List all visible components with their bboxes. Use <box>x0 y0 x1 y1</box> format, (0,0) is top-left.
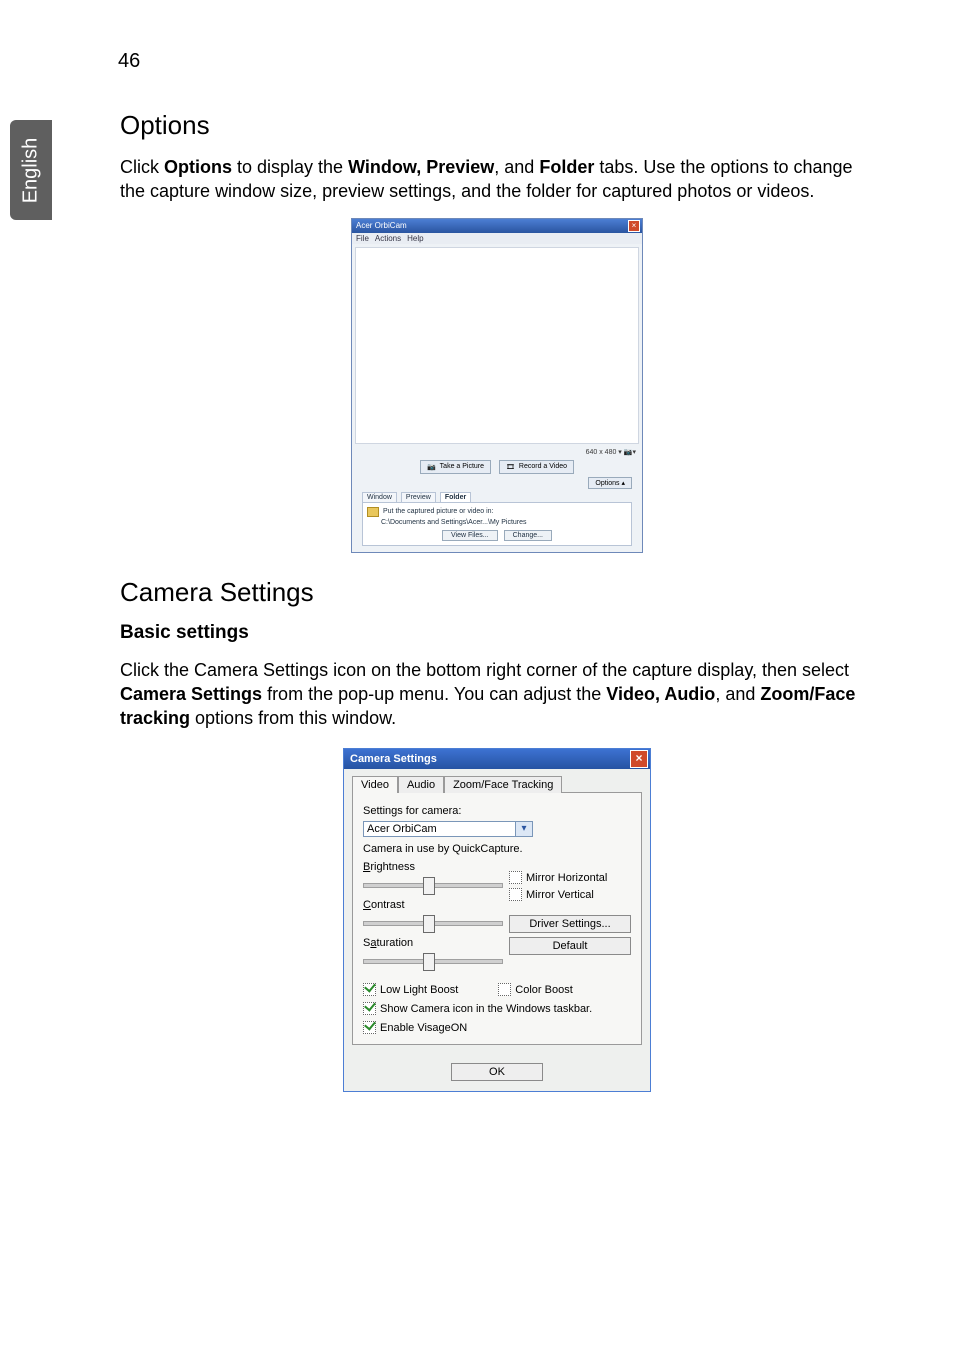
chevron-down-icon[interactable]: ▾ <box>516 821 533 837</box>
menu-file[interactable]: File <box>356 234 369 243</box>
folder-path: C:\Documents and Settings\Acer...\My Pic… <box>381 519 627 526</box>
cs-body: Settings for camera: ▾ Camera in use by … <box>352 792 642 1045</box>
brightness-slider[interactable] <box>363 875 503 893</box>
checkbox-icon <box>509 871 522 884</box>
cs-title: Camera Settings <box>350 753 437 765</box>
language-tab-label: English <box>20 137 43 203</box>
camera-settings-heading: Camera Settings <box>120 577 874 608</box>
language-tab: English <box>10 120 52 220</box>
orbicam-tabs: Window Preview Folder <box>352 492 642 502</box>
camera-icon: 📷 <box>427 463 436 471</box>
saturation-group: SaSaturationturation <box>363 937 503 969</box>
cs-tabs: Video Audio Zoom/Face Tracking <box>344 769 650 792</box>
menu-help[interactable]: Help <box>407 234 423 243</box>
mirror-horizontal-checkbox[interactable]: Mirror Horizontal Mirror Horizontal <box>509 871 631 884</box>
tab-audio[interactable]: Audio <box>398 776 444 793</box>
camera-settings-paragraph: Click the Camera Settings icon on the bo… <box>120 658 874 731</box>
saturation-label: SaSaturationturation <box>363 937 503 949</box>
content-column: Options Click Options to display the Win… <box>120 110 874 1092</box>
camera-in-use-label: Camera in use by QuickCapture. <box>363 843 631 855</box>
text: options from this window. <box>190 708 396 728</box>
bold-text: Window, Preview <box>348 157 494 177</box>
text: to display the <box>232 157 348 177</box>
menu-actions[interactable]: Actions <box>375 234 401 243</box>
contrast-label: CContrastontrast <box>363 899 503 911</box>
right-column: Mirror Horizontal Mirror Horizontal Mirr… <box>509 871 631 969</box>
options-heading: Options <box>120 110 874 141</box>
view-files-button[interactable]: View Files... <box>442 530 498 541</box>
color-boost-checkbox[interactable]: Color Boost Color Boost <box>498 983 573 996</box>
label: Record a Video <box>519 463 567 470</box>
orbicam-statusbar: 640 x 480 ▾ 📷▾ <box>352 447 642 457</box>
brightness-label: BBrightnessrightness <box>363 861 503 873</box>
sliders-and-right-column: BBrightnessrightness CContrastontrast <box>363 861 631 969</box>
camera-settings-window: Camera Settings × Video Audio Zoom/Face … <box>343 748 651 1092</box>
ok-button[interactable]: OK <box>451 1063 543 1081</box>
default-button[interactable]: Default <box>509 937 631 955</box>
text: Click the Camera Settings icon on the bo… <box>120 660 849 680</box>
driver-settings-button[interactable]: Driver Settings... <box>509 915 631 933</box>
bold-text: Video, Audio <box>606 684 715 704</box>
saturation-slider[interactable] <box>363 951 503 969</box>
bold-text: Camera Settings <box>120 684 262 704</box>
cs-titlebar: Camera Settings × <box>344 749 650 769</box>
tab-video[interactable]: Video <box>352 776 398 793</box>
orbicam-window: Acer OrbiCam × File Actions Help 640 x 4… <box>351 218 643 553</box>
orbicam-folder-panel: Put the captured picture or video in: C:… <box>362 502 632 546</box>
folder-panel-buttons: View Files... Change... <box>367 530 627 541</box>
basic-settings-subheading: Basic settings <box>120 622 874 644</box>
camera-select[interactable]: ▾ <box>363 821 533 837</box>
brightness-group: BBrightnessrightness <box>363 861 503 893</box>
orbicam-titlebar: Acer OrbiCam × <box>352 219 642 233</box>
close-icon[interactable]: × <box>630 750 648 768</box>
text: , and <box>715 684 760 704</box>
checkbox-icon <box>509 888 522 901</box>
take-picture-button[interactable]: 📷 Take a Picture <box>420 460 491 474</box>
folder-caption-row: Put the captured picture or video in: <box>367 507 627 517</box>
enable-visageon-checkbox[interactable]: Enable VisageON Enable VisageON <box>363 1021 631 1034</box>
bottom-checkboxes: Low Light Boost Low Light Boost Color Bo… <box>363 983 631 1034</box>
tab-zoom-face-tracking[interactable]: Zoom/Face Tracking <box>444 776 562 793</box>
label: Take a Picture <box>440 463 484 470</box>
folder-icon <box>367 507 379 517</box>
tab-window[interactable]: Window <box>362 492 397 502</box>
orbicam-title: Acer OrbiCam <box>356 221 407 230</box>
bold-text: Folder <box>539 157 594 177</box>
camera-select-input[interactable] <box>363 821 516 837</box>
options-paragraph: Click Options to display the Window, Pre… <box>120 155 874 204</box>
text: Click <box>120 157 164 177</box>
sliders-column: BBrightnessrightness CContrastontrast <box>363 861 503 969</box>
orbicam-buttons: 📷 Take a Picture 🎞 Record a Video <box>352 460 642 474</box>
contrast-group: CContrastontrast <box>363 899 503 931</box>
checkbox-icon <box>363 983 376 996</box>
low-light-boost-checkbox[interactable]: Low Light Boost Low Light Boost <box>363 983 458 996</box>
record-video-button[interactable]: 🎞 Record a Video <box>499 460 574 474</box>
show-camera-icon-checkbox[interactable]: Show Camera icon in the Windows taskbar.… <box>363 1002 631 1015</box>
tab-folder[interactable]: Folder <box>440 492 471 502</box>
change-button[interactable]: Change... <box>504 530 552 541</box>
mirror-vertical-checkbox[interactable]: Mirror Vertical Mirror Vertical <box>509 888 631 901</box>
checkbox-icon <box>363 1002 376 1015</box>
orbicam-preview-area <box>355 247 639 444</box>
document-page: English 46 Options Click Options to disp… <box>0 0 954 1369</box>
bold-text: Options <box>164 157 232 177</box>
text: from the pop-up menu. You can adjust the <box>262 684 606 704</box>
page-number: 46 <box>118 50 140 73</box>
cs-footer: OK <box>344 1053 650 1091</box>
options-toggle-row: Options ▴ <box>352 477 642 492</box>
options-toggle-button[interactable]: Options ▴ <box>588 477 632 489</box>
folder-caption: Put the captured picture or video in: <box>383 508 494 515</box>
film-icon: 🎞 <box>506 463 515 471</box>
checkbox-icon <box>498 983 511 996</box>
tab-preview[interactable]: Preview <box>401 492 436 502</box>
contrast-slider[interactable] <box>363 913 503 931</box>
close-icon[interactable]: × <box>628 220 640 232</box>
settings-for-label: Settings for camera: <box>363 805 631 817</box>
text: , and <box>494 157 539 177</box>
orbicam-menubar: File Actions Help <box>352 233 642 244</box>
checkbox-icon <box>363 1021 376 1034</box>
